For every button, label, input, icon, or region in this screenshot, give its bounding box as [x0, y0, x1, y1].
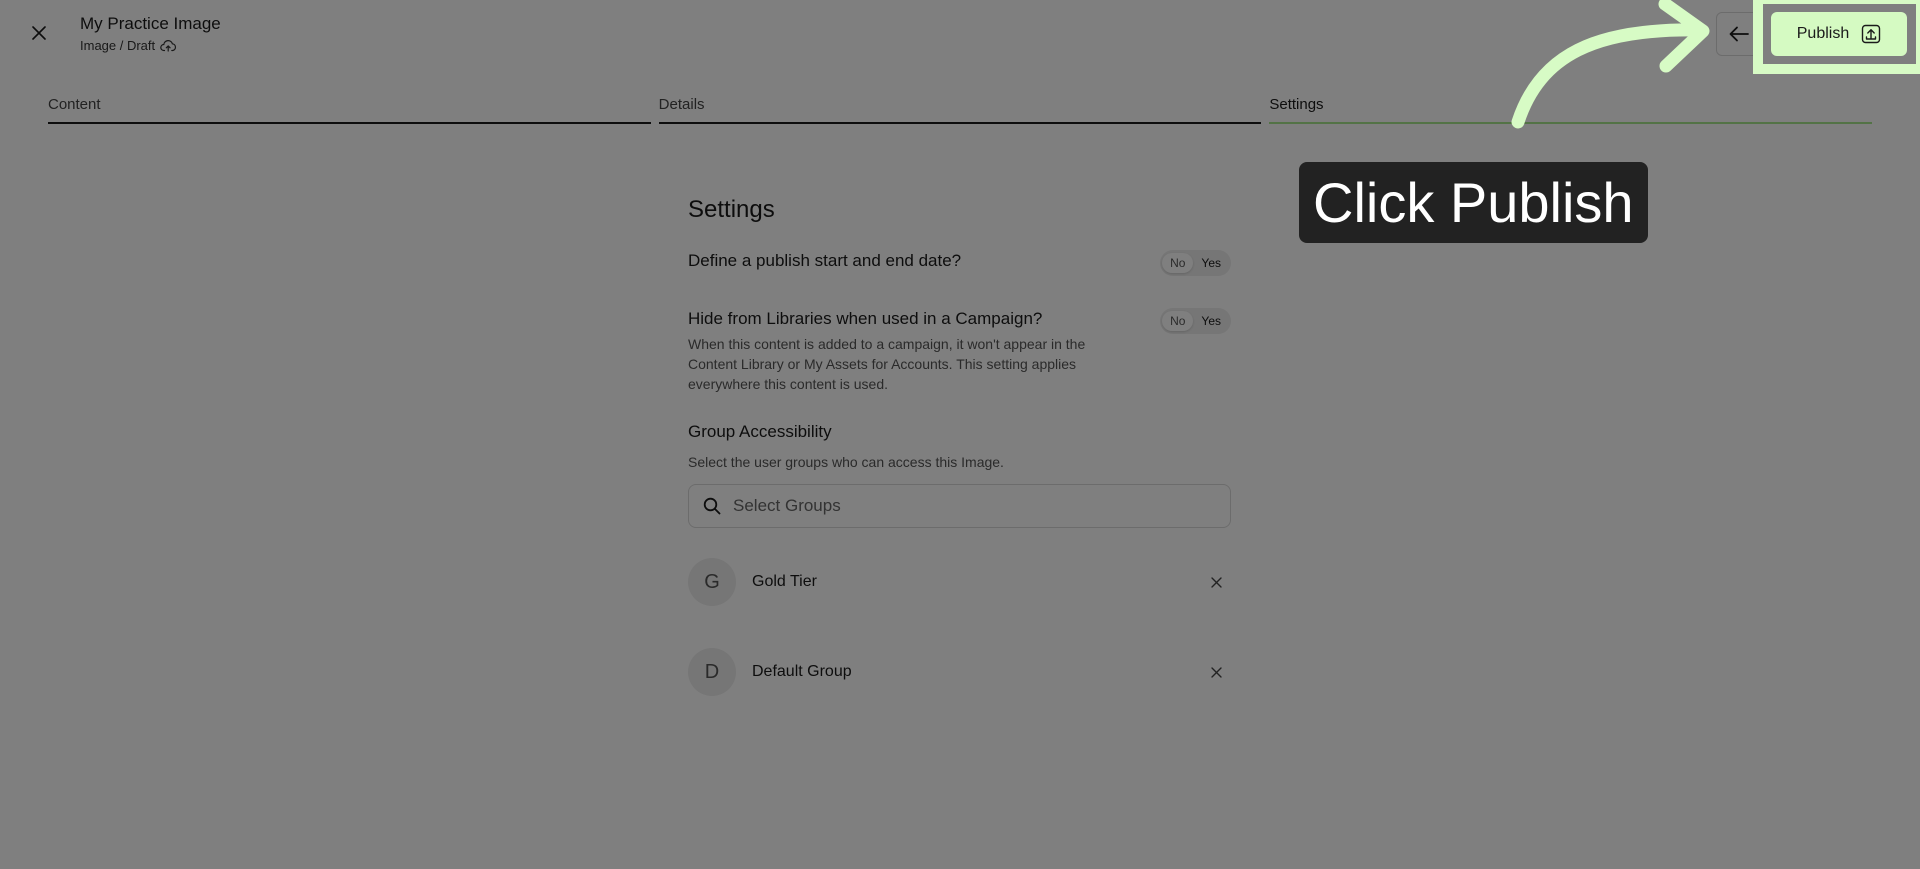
tab-details[interactable]: Details [658, 96, 1262, 124]
tutorial-callout: Click Publish [1299, 162, 1648, 243]
group-name: Gold Tier [752, 573, 817, 590]
settings-title: Settings [688, 196, 775, 223]
hide-text: Hide from Libraries when used in a Campa… [688, 308, 1138, 394]
hide-label: Hide from Libraries when used in a Campa… [688, 309, 1043, 328]
hide-toggle-no[interactable]: No [1162, 311, 1194, 331]
hide-toggle[interactable]: No Yes [1160, 308, 1231, 334]
breadcrumb: Image / Draft [80, 38, 177, 53]
group-accessibility-help: Select the user groups who can access th… [688, 454, 1004, 470]
publish-upload-icon [1862, 24, 1881, 44]
schedule-toggle[interactable]: No Yes [1160, 250, 1231, 276]
avatar: D [688, 648, 736, 696]
close-icon [32, 26, 46, 40]
hide-help: When this content is added to a campaign… [688, 336, 1086, 392]
close-button[interactable] [26, 20, 52, 46]
avatar: G [688, 558, 736, 606]
step-tabs: Content Details Settings [48, 96, 1873, 124]
remove-group-button[interactable] [1205, 571, 1227, 593]
group-item-default-group: D Default Group [688, 648, 1231, 696]
schedule-setting: Define a publish start and end date? No … [688, 250, 1231, 276]
group-search[interactable] [688, 484, 1231, 528]
group-item-gold-tier: G Gold Tier [688, 558, 1231, 606]
cloud-upload-icon [160, 40, 177, 52]
group-name: Default Group [752, 663, 852, 680]
schedule-label: Define a publish start and end date? [688, 251, 962, 270]
group-search-input[interactable] [733, 496, 1216, 516]
schedule-toggle-no[interactable]: No [1162, 253, 1194, 273]
close-icon [1210, 576, 1222, 588]
hide-toggle-yes[interactable]: Yes [1193, 311, 1229, 331]
group-accessibility-title: Group Accessibility [688, 422, 832, 441]
search-icon [703, 497, 721, 515]
schedule-toggle-yes[interactable]: Yes [1193, 253, 1229, 273]
close-icon [1210, 666, 1222, 678]
arrow-left-icon [1729, 26, 1749, 42]
tab-content[interactable]: Content [48, 96, 651, 124]
publish-label: Publish [1796, 25, 1850, 42]
remove-group-button[interactable] [1205, 661, 1227, 683]
settings-panel: Settings Define a publish start and end … [688, 196, 1231, 696]
tab-settings[interactable]: Settings [1269, 96, 1873, 124]
editor-app: My Practice Image Image / Draft Content … [0, 0, 1920, 869]
publish-button[interactable]: Publish [1771, 12, 1907, 56]
hide-setting: Hide from Libraries when used in a Campa… [688, 308, 1231, 394]
back-button[interactable] [1716, 12, 1762, 56]
breadcrumb-text: Image / Draft [80, 38, 156, 53]
page-title: My Practice Image [80, 14, 221, 33]
